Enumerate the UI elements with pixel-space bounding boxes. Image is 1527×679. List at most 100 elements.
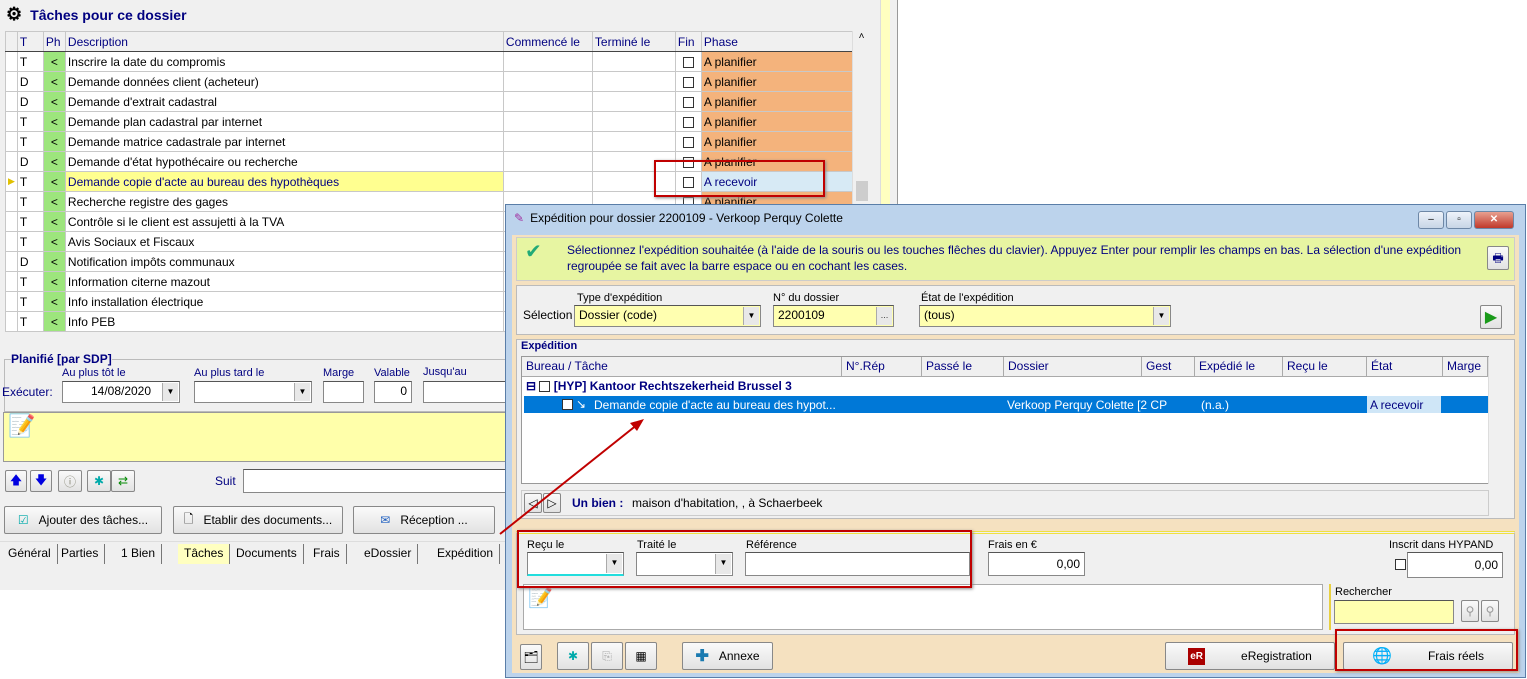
add-tasks-button[interactable]: ☑ Ajouter des tâches... bbox=[4, 506, 162, 534]
close-button[interactable]: ✕ bbox=[1474, 211, 1514, 229]
group-checkbox[interactable] bbox=[539, 381, 551, 393]
until-field[interactable] bbox=[423, 381, 513, 403]
row-phase-arrow[interactable]: < bbox=[42, 91, 66, 112]
next-bien-button[interactable]: ▷ bbox=[543, 493, 561, 513]
row-checkbox[interactable] bbox=[562, 399, 573, 410]
row-phase-arrow[interactable]: < bbox=[42, 211, 66, 232]
table-row[interactable]: T < Inscrire la date du compromis A plan… bbox=[5, 51, 854, 72]
valid-field[interactable]: 0 bbox=[374, 381, 412, 403]
tab-parties[interactable]: Parties bbox=[55, 544, 106, 564]
col-finished[interactable]: Terminé le bbox=[591, 31, 676, 52]
col-phase[interactable]: Phase bbox=[700, 31, 854, 52]
exp-col-4[interactable]: Gest bbox=[1142, 357, 1195, 377]
task-action-button[interactable]: ✱ bbox=[557, 642, 589, 670]
browse-button[interactable]: … bbox=[876, 307, 892, 325]
fin-checkbox[interactable] bbox=[682, 136, 694, 148]
exp-col-0[interactable]: Bureau / Tâche bbox=[522, 357, 842, 377]
list-scrollbar[interactable] bbox=[1488, 357, 1504, 484]
run-button[interactable]: ▶ bbox=[1480, 305, 1502, 329]
make-documents-button[interactable]: 🗋 Etablir des documents... bbox=[173, 506, 343, 534]
dossier-field[interactable]: 2200109… bbox=[773, 305, 894, 327]
search-prev-icon: ⚲ bbox=[1465, 604, 1475, 618]
table-row[interactable]: D < Demande d'extrait cadastral A planif… bbox=[5, 91, 854, 112]
type-select[interactable]: Dossier (code) ▼ bbox=[574, 305, 761, 327]
row-phase-arrow[interactable]: < bbox=[42, 111, 66, 132]
maximize-button[interactable]: ▫ bbox=[1446, 211, 1472, 229]
row-phase-arrow[interactable]: < bbox=[42, 131, 66, 152]
fin-checkbox[interactable] bbox=[682, 56, 694, 68]
row-phase-arrow[interactable]: < bbox=[42, 271, 66, 292]
exp-col-6[interactable]: Reçu le bbox=[1283, 357, 1367, 377]
hypand-checkbox[interactable] bbox=[1395, 559, 1406, 570]
suit-field[interactable] bbox=[243, 469, 513, 493]
search-prev-button[interactable]: ⚲ bbox=[1461, 600, 1479, 622]
task-info-button[interactable]: ✱ bbox=[87, 470, 111, 492]
state-select[interactable]: (tous) ▼ bbox=[919, 305, 1171, 327]
row-phase-arrow[interactable]: < bbox=[42, 171, 66, 192]
row-phase-arrow[interactable]: < bbox=[42, 251, 66, 272]
chevron-down-icon[interactable]: ▼ bbox=[162, 383, 178, 401]
link-info-button[interactable]: ⇄ bbox=[111, 470, 135, 492]
col-ph[interactable]: Ph bbox=[42, 31, 66, 52]
frais-field[interactable]: 0,00 bbox=[988, 552, 1085, 576]
dialog-notes-area[interactable]: 📝 bbox=[523, 584, 1323, 630]
minimize-button[interactable]: – bbox=[1418, 211, 1444, 229]
row-phase-arrow[interactable]: < bbox=[42, 291, 66, 312]
reception-button[interactable]: ✉ Réception ... bbox=[353, 506, 495, 534]
tab-1-bien[interactable]: 1 Bien bbox=[115, 544, 163, 564]
expedition-row[interactable]: ↘ Demande copie d'acte au bureau des hyp… bbox=[524, 396, 1488, 413]
exp-col-2[interactable]: Passé le bbox=[922, 357, 1004, 377]
latest-date-field[interactable]: ▼ bbox=[194, 381, 312, 403]
search-input[interactable] bbox=[1334, 600, 1454, 624]
row-phase-arrow[interactable]: < bbox=[42, 231, 66, 252]
notes-area[interactable]: 📝 bbox=[3, 412, 513, 462]
row-phase-arrow[interactable]: < bbox=[42, 151, 66, 172]
group-row[interactable]: ⊟ [HYP] Kantoor Rechtszekerheid Brussel … bbox=[526, 379, 792, 393]
print-button[interactable]: 🖶 bbox=[1487, 246, 1509, 270]
eregistration-button[interactable]: eR eRegistration bbox=[1165, 642, 1335, 670]
fin-checkbox[interactable] bbox=[682, 116, 694, 128]
properties-button[interactable]: 🗂 bbox=[520, 644, 542, 670]
row-phase-arrow[interactable]: < bbox=[42, 311, 66, 332]
tab-documents[interactable]: Documents bbox=[230, 544, 304, 564]
row-phase: A planifier bbox=[700, 131, 854, 152]
exp-col-5[interactable]: Expédié le bbox=[1195, 357, 1283, 377]
col-t[interactable]: T bbox=[16, 31, 44, 52]
row-description: Inscrire la date du compromis bbox=[64, 51, 504, 72]
prev-bien-button[interactable]: ◁ bbox=[524, 493, 542, 513]
margin-field[interactable] bbox=[323, 381, 364, 403]
tab-g-n-ral[interactable]: Général bbox=[2, 544, 58, 564]
fin-checkbox[interactable] bbox=[682, 96, 694, 108]
move-down-button[interactable]: 🡇 bbox=[30, 470, 52, 492]
copy-button[interactable]: ⎘ bbox=[591, 642, 623, 670]
exp-col-1[interactable]: N°.Rép bbox=[842, 357, 922, 377]
col-description[interactable]: Description bbox=[64, 31, 504, 52]
row-phase-arrow[interactable]: < bbox=[42, 191, 66, 212]
table-row[interactable]: T < Demande matrice cadastrale par inter… bbox=[5, 131, 854, 152]
tab-edossier[interactable]: eDossier bbox=[358, 544, 419, 564]
info-button[interactable]: ⓘ bbox=[58, 470, 82, 492]
col-started[interactable]: Commencé le bbox=[502, 31, 593, 52]
tab-frais[interactable]: Frais bbox=[307, 544, 347, 564]
fin-checkbox[interactable] bbox=[682, 76, 694, 88]
annexe-button[interactable]: ✚ Annexe bbox=[682, 642, 773, 670]
chevron-down-icon[interactable]: ▼ bbox=[1153, 307, 1169, 325]
tab-t-ches[interactable]: Tâches bbox=[178, 544, 231, 564]
table-row[interactable]: T < Demande plan cadastral par internet … bbox=[5, 111, 854, 132]
calculator-button[interactable]: ▦ bbox=[625, 642, 657, 670]
tab-exp-dition[interactable]: Expédition bbox=[431, 544, 501, 564]
until-label: Jusqu'au bbox=[423, 366, 467, 378]
hypand-field[interactable]: 0,00 bbox=[1407, 552, 1503, 578]
exp-col-3[interactable]: Dossier bbox=[1004, 357, 1142, 377]
exp-col-8[interactable]: Marge bbox=[1443, 357, 1488, 377]
row-phase-arrow[interactable]: < bbox=[42, 71, 66, 92]
exp-col-7[interactable]: État bbox=[1367, 357, 1443, 377]
move-up-button[interactable]: 🡅 bbox=[5, 470, 27, 492]
chevron-down-icon[interactable]: ▼ bbox=[294, 383, 310, 401]
col-fin[interactable]: Fin bbox=[674, 31, 702, 52]
row-phase-arrow[interactable]: < bbox=[42, 51, 66, 72]
earliest-date-field[interactable]: 14/08/2020 ▼ bbox=[62, 381, 180, 403]
table-row[interactable]: D < Demande données client (acheteur) A … bbox=[5, 71, 854, 92]
chevron-down-icon[interactable]: ▼ bbox=[743, 307, 759, 325]
search-next-button[interactable]: ⚲ bbox=[1481, 600, 1499, 622]
